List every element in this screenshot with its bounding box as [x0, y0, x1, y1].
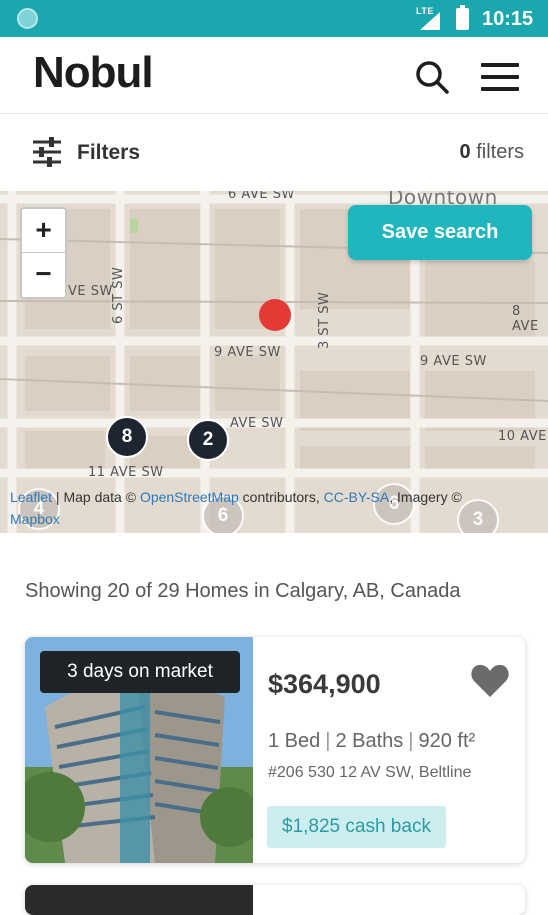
street-label: 11 AVE SW — [88, 465, 164, 480]
sliders-icon[interactable] — [33, 137, 61, 167]
attribution-text: contributors, — [238, 489, 324, 505]
signal-icon — [420, 12, 440, 30]
search-icon[interactable] — [414, 59, 450, 95]
street-label: 10 AVE — [498, 429, 547, 444]
cashback-badge: $1,825 cash back — [267, 806, 446, 848]
street-label: AVE SW — [230, 416, 284, 431]
license-link[interactable]: CC-BY-SA — [324, 489, 390, 505]
listing-address: #206 530 12 AV SW, Beltline — [268, 764, 472, 781]
days-on-market-badge: 3 days on market — [40, 651, 240, 693]
map-cluster[interactable]: 2 — [187, 419, 229, 461]
street-label: VE SW — [68, 284, 113, 299]
mapbox-link[interactable]: Mapbox — [10, 511, 60, 527]
filter-count-suffix: filters — [470, 141, 524, 163]
street-label: 6 AVE SW — [228, 191, 295, 202]
zoom-control: + − — [20, 207, 67, 299]
street-label: 6 ST SW — [111, 266, 126, 324]
map-attribution: Leaflet | Map data © OpenStreetMap contr… — [10, 486, 545, 530]
osm-link[interactable]: OpenStreetMap — [140, 489, 239, 505]
listing-card[interactable]: 3 days on market $364,900 1 Bed | 2 Baths |… — [25, 637, 525, 863]
status-time: 10:15 — [482, 8, 534, 30]
bath-count: 2 Baths — [335, 730, 404, 752]
bed-count: 1 Bed — [268, 730, 321, 752]
listing-photo[interactable] — [25, 885, 253, 915]
active-filter-count: 0 filters — [460, 141, 524, 164]
location-pin[interactable] — [259, 299, 291, 331]
menu-icon[interactable] — [481, 63, 519, 91]
filters-button[interactable]: Filters — [77, 141, 140, 165]
street-label: 8 AVE — [512, 304, 539, 334]
listing-price: $364,900 — [268, 669, 381, 699]
notification-icon — [17, 8, 38, 29]
heart-icon[interactable] — [471, 664, 509, 698]
filter-bar: Filters 0 filters — [0, 114, 548, 191]
listing-photo[interactable]: 3 days on market — [25, 637, 253, 863]
filter-count-number: 0 — [459, 141, 471, 163]
leaflet-link[interactable]: Leaflet — [10, 489, 52, 505]
save-search-button[interactable]: Save search — [348, 205, 532, 260]
zoom-out-button[interactable]: − — [22, 253, 65, 297]
street-label: 9 AVE SW — [420, 354, 487, 369]
status-bar: LTE 10:15 — [0, 0, 548, 37]
map-cluster[interactable]: 8 — [106, 416, 148, 458]
attribution-text: | Map data © — [52, 489, 140, 505]
app-header: Nobul — [0, 37, 548, 114]
zoom-in-button[interactable]: + — [22, 209, 65, 253]
street-label: 9 AVE SW — [214, 345, 281, 360]
battery-icon — [456, 5, 469, 30]
results-summary: Showing 20 of 29 Homes in Calgary, AB, C… — [25, 580, 461, 602]
nobul-logo[interactable]: Nobul — [33, 51, 154, 95]
listing-card[interactable] — [25, 885, 525, 915]
street-label: 3 ST SW — [317, 291, 332, 349]
attribution-text: , Imagery © — [389, 489, 462, 505]
floor-area: 920 ft² — [418, 730, 476, 752]
listing-specs: 1 Bed | 2 Baths | 920 ft² — [268, 730, 476, 752]
map-view[interactable]: 6 AVE SW Downtown VE SW 6 ST SW 3 ST SW … — [0, 191, 548, 533]
